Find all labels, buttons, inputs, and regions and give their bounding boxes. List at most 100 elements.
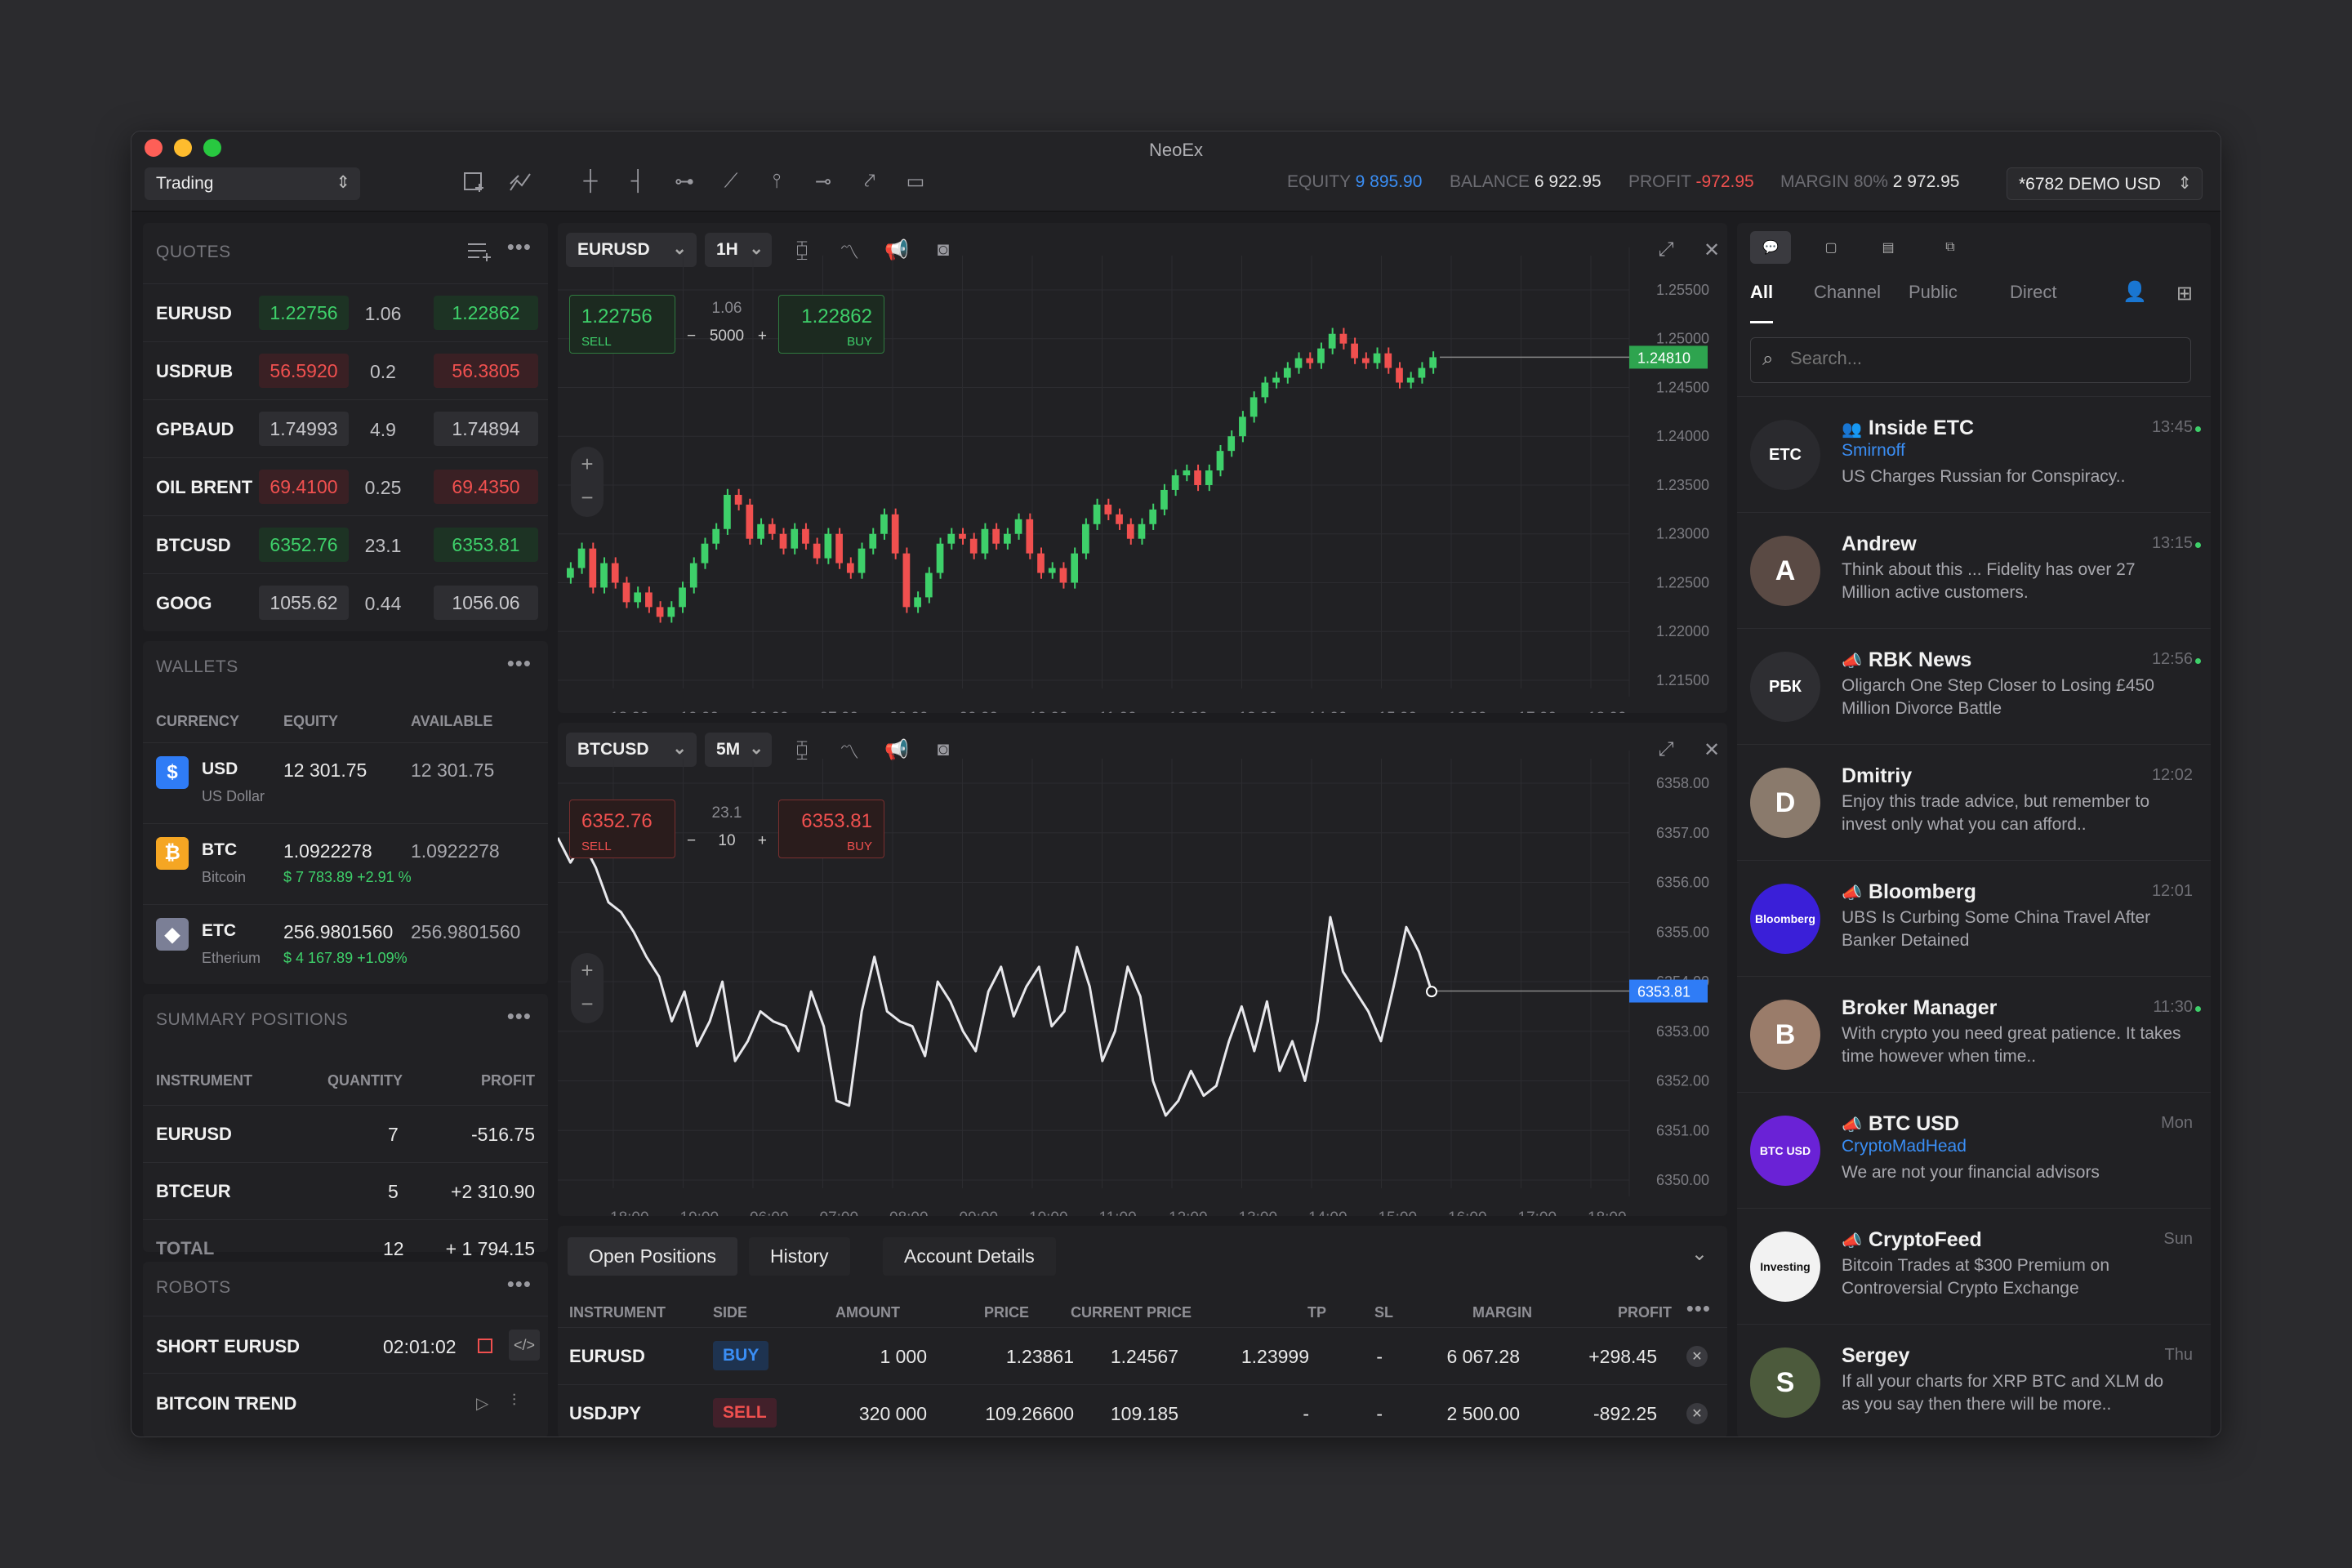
candle[interactable] — [981, 528, 989, 554]
candle[interactable] — [656, 607, 664, 617]
chat-item[interactable]: Investing 📣 CryptoFeed Sun Bitcoin Trades at… — [1737, 1208, 2211, 1324]
chat-item[interactable]: D Dmitriy 12:02 Enjoy this trade advice, bu… — [1737, 744, 2211, 860]
minus-icon[interactable]: − — [687, 832, 696, 850]
wallet-row[interactable]: $ USD US Dollar 12 301.75 12 301.75 — [143, 742, 548, 823]
candle[interactable] — [835, 533, 843, 564]
candle[interactable] — [577, 548, 586, 568]
candle[interactable] — [1406, 377, 1414, 383]
bid-price[interactable]: 69.4100 — [259, 470, 349, 504]
candle[interactable] — [1116, 514, 1123, 524]
mode-select[interactable]: Trading ⇕ — [145, 167, 360, 200]
candle[interactable] — [689, 563, 697, 588]
candle[interactable] — [802, 528, 809, 544]
ask-price[interactable]: 69.4350 — [434, 470, 538, 504]
candle[interactable] — [1250, 397, 1258, 417]
account-select[interactable]: *6782 DEMO USD ⇕ — [2007, 167, 2203, 200]
folder-icon[interactable]: ▭ — [902, 167, 929, 195]
candle[interactable] — [1306, 358, 1314, 363]
candle[interactable] — [1014, 519, 1022, 534]
chat-search-field[interactable]: ⌕ — [1750, 337, 2191, 383]
horizontal-line-tool-icon[interactable]: ⊶ — [670, 167, 698, 195]
candle[interactable] — [734, 494, 742, 505]
quote-row[interactable]: BTCUSD 6352.76 23.1 6353.81 — [143, 515, 548, 573]
candle[interactable] — [846, 563, 854, 573]
news-icon[interactable]: ▤ — [1868, 231, 1909, 264]
candle[interactable] — [1138, 523, 1146, 539]
zoom-in-icon[interactable]: + — [571, 447, 604, 482]
candle[interactable] — [622, 582, 630, 603]
chat-item[interactable]: B Broker Manager 11:30 With crypto you need… — [1737, 976, 2211, 1092]
chat-filter-channel[interactable]: Channel — [1814, 282, 1881, 303]
candle[interactable] — [1339, 333, 1348, 344]
candle[interactable] — [768, 523, 776, 534]
candle[interactable] — [634, 592, 642, 603]
price-line[interactable] — [558, 837, 1433, 1117]
play-icon[interactable]: ▷ — [476, 1393, 488, 1414]
candle[interactable] — [992, 528, 1000, 544]
chevron-down-icon[interactable]: ⌄ — [1691, 1242, 1708, 1266]
minus-icon[interactable]: − — [687, 327, 696, 345]
candle[interactable] — [891, 514, 899, 554]
tab-account-details[interactable]: Account Details — [883, 1237, 1056, 1276]
crosshair-tool-icon[interactable]: ┼ — [577, 167, 604, 195]
candle[interactable] — [880, 514, 888, 534]
candle[interactable] — [1361, 358, 1370, 363]
sell-button[interactable]: 1.22756 SELL — [569, 295, 675, 354]
bid-price[interactable]: 1.74993 — [259, 412, 349, 446]
candle[interactable] — [1373, 353, 1381, 363]
chat-item[interactable]: РБК 📣 RBK News 12:56 Oligarch One Step Close… — [1737, 628, 2211, 744]
settings-sliders-icon[interactable]: ⫶ — [512, 1392, 516, 1410]
more-icon[interactable]: ••• — [507, 1004, 532, 1029]
plus-icon[interactable]: + — [758, 327, 767, 345]
candle[interactable] — [936, 543, 944, 573]
wallet-row[interactable]: ₿ BTC Bitcoin 1.0922278 1.0922278 $ 7 783.89 … — [143, 823, 548, 904]
indicators-icon[interactable] — [507, 167, 535, 195]
zoom-in-icon[interactable]: + — [571, 953, 604, 988]
candle[interactable] — [611, 563, 619, 583]
new-chat-icon[interactable]: ⊞ — [2176, 282, 2193, 305]
candle[interactable] — [1205, 470, 1213, 485]
candle[interactable] — [712, 528, 720, 544]
candle[interactable] — [1384, 353, 1392, 368]
candle[interactable] — [645, 592, 653, 608]
candle[interactable] — [1048, 568, 1056, 573]
zoom-out-icon[interactable]: − — [571, 482, 604, 517]
chat-filter-all[interactable]: All — [1750, 282, 1774, 323]
robot-row[interactable]: SHORT EURUSD 02:01:02 </> — [143, 1316, 548, 1373]
candle[interactable] — [701, 543, 709, 564]
trend-line-tool-icon[interactable]: ⟋ — [717, 167, 745, 195]
candle[interactable] — [1294, 358, 1303, 368]
more-icon[interactable]: ••• — [507, 651, 532, 676]
btcusd-line-chart[interactable]: 6358.006357.006356.006355.006354.006353.… — [558, 723, 1727, 1216]
position-row[interactable]: EURUSD BUY 1 000 1.23861 1.24567 1.23999 - 6 06… — [558, 1327, 1727, 1384]
candle[interactable] — [791, 528, 799, 549]
quote-row[interactable]: EURUSD 1.22756 1.06 1.22862 — [143, 283, 548, 341]
summary-row[interactable]: BTCEUR 5 +2 310.90 — [143, 1162, 548, 1219]
vertical-line-tool-icon[interactable]: ┤ — [624, 167, 652, 195]
copy-icon[interactable]: ⧉ — [1930, 231, 1971, 264]
chat-filter-public[interactable]: Public — [1909, 282, 1958, 303]
quote-row[interactable]: USDRUB 56.5920 0.2 56.3805 — [143, 341, 548, 399]
candle[interactable] — [959, 533, 966, 539]
wallet-row[interactable]: ◆ ETC Etherium 256.9801560 256.9801560 $ 4 16… — [143, 904, 548, 985]
candle[interactable] — [1396, 368, 1403, 383]
candle[interactable] — [1227, 436, 1236, 452]
plus-icon[interactable]: + — [758, 832, 767, 850]
candle[interactable] — [1059, 568, 1067, 583]
bid-price[interactable]: 1055.62 — [259, 586, 349, 620]
candle[interactable] — [1261, 382, 1269, 398]
candle[interactable] — [1149, 509, 1157, 524]
ask-price[interactable]: 1.22862 — [434, 296, 538, 330]
ask-price[interactable]: 56.3805 — [434, 354, 538, 388]
more-icon[interactable]: ••• — [1686, 1296, 1711, 1321]
candle[interactable] — [779, 533, 787, 549]
candle[interactable] — [1082, 523, 1089, 554]
candle[interactable] — [902, 553, 911, 608]
bid-price[interactable]: 56.5920 — [259, 354, 349, 388]
ray-tool-icon[interactable]: ⫯ — [763, 167, 791, 195]
candle[interactable] — [1026, 519, 1034, 554]
candle[interactable] — [947, 533, 956, 544]
candle[interactable] — [1126, 523, 1134, 539]
notifications-icon[interactable]: ▢ — [1811, 231, 1851, 264]
add-chart-icon[interactable] — [461, 167, 488, 195]
